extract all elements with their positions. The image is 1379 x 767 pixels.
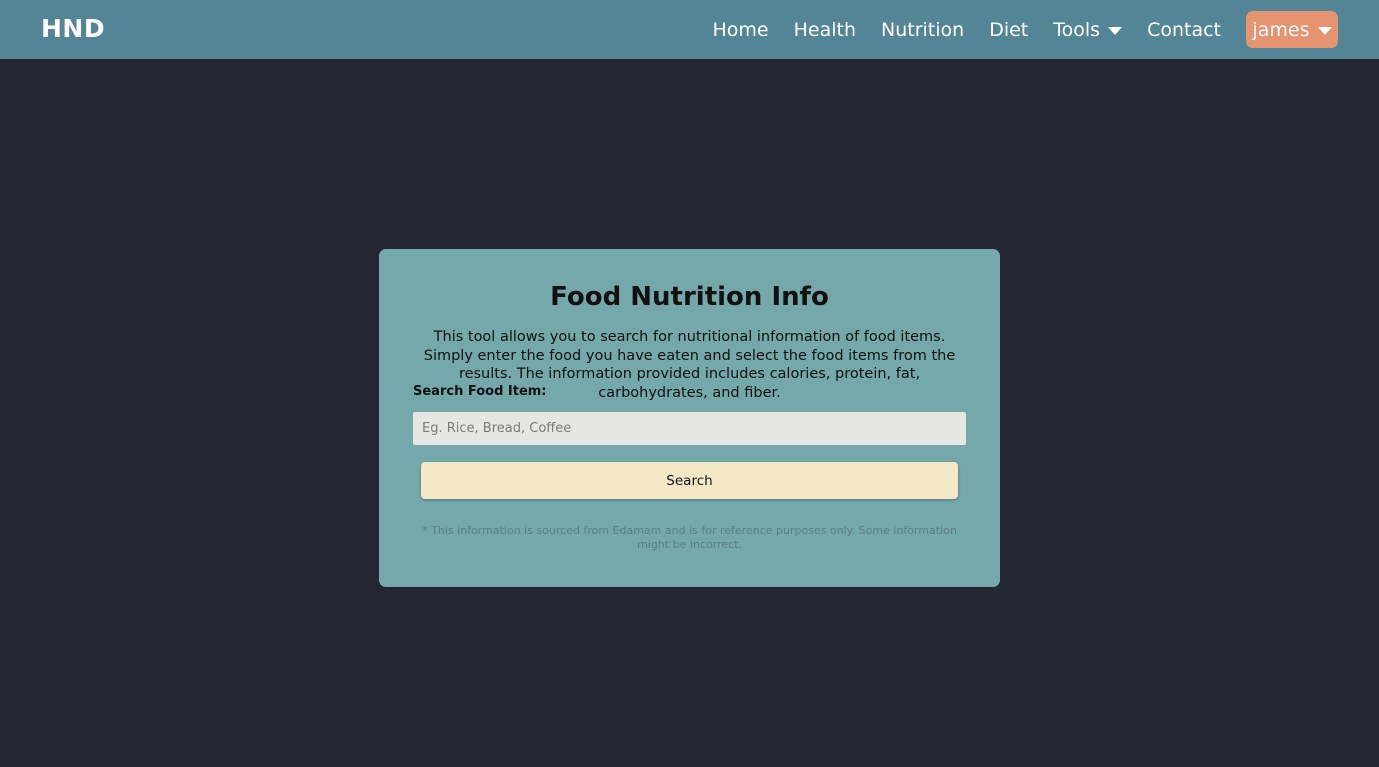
chevron-down-icon bbox=[1108, 26, 1123, 35]
user-menu-button[interactable]: james bbox=[1246, 11, 1338, 48]
nav-link-diet[interactable]: Diet bbox=[989, 19, 1028, 41]
chevron-down-icon bbox=[1317, 26, 1332, 35]
search-button[interactable]: Search bbox=[421, 462, 958, 499]
nav-link-label: Tools bbox=[1053, 18, 1101, 41]
search-label: Search Food Item: bbox=[413, 384, 547, 399]
nav-link-label: Home bbox=[712, 18, 769, 41]
food-nutrition-card: Food Nutrition Info This tool allows you… bbox=[379, 249, 1000, 587]
nav-link-contact[interactable]: Contact bbox=[1147, 19, 1221, 41]
user-name: james bbox=[1252, 18, 1310, 41]
nav-link-home[interactable]: Home bbox=[713, 19, 769, 41]
nav-link-tools-dropdown[interactable]: Tools bbox=[1053, 18, 1123, 41]
top-navbar: HND Home Health Nutrition Diet Tools Con… bbox=[0, 0, 1379, 59]
source-disclaimer: * This information is sourced from Edama… bbox=[422, 524, 957, 551]
food-search-input[interactable] bbox=[413, 412, 966, 445]
nav-links: Home Health Nutrition Diet Tools Contact bbox=[713, 0, 1222, 59]
nav-link-label: Health bbox=[793, 18, 856, 41]
nav-link-label: Nutrition bbox=[881, 18, 965, 41]
card-title: Food Nutrition Info bbox=[550, 282, 829, 312]
nav-link-label: Contact bbox=[1147, 18, 1221, 41]
nav-link-nutrition[interactable]: Nutrition bbox=[881, 19, 964, 41]
nav-link-label: Diet bbox=[989, 18, 1029, 41]
brand-logo[interactable]: HND bbox=[41, 14, 105, 43]
nav-link-health[interactable]: Health bbox=[794, 19, 856, 41]
